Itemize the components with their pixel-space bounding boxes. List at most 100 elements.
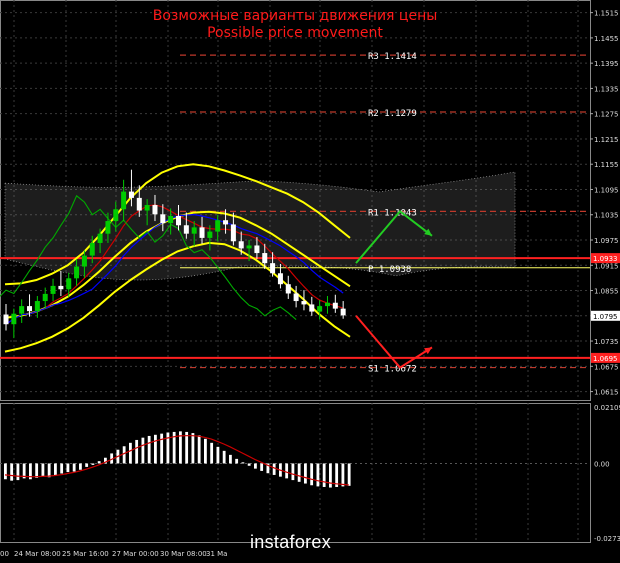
pivot-label-r3: R3 1.1414 (368, 52, 417, 62)
macd-bar (241, 462, 245, 464)
macd-bar (85, 463, 89, 467)
macd-bar (147, 435, 151, 464)
macd-bar (235, 458, 239, 464)
price-y-tick-label: 1.1095 (594, 186, 619, 194)
macd-bar (341, 463, 345, 487)
x-tick-label: 24 Mar 08:00 (14, 550, 61, 558)
candle-body (230, 224, 236, 242)
candle-body (183, 225, 189, 234)
price-y-tick-label: 1.1515 (594, 10, 619, 18)
candle-body (97, 233, 103, 243)
candle-body (270, 263, 276, 274)
macd-bar (197, 435, 201, 464)
candle-body (121, 191, 127, 210)
macd-bar (222, 450, 226, 464)
macd-bar (210, 442, 214, 464)
x-tick-label: 30 Mar 08:00 (160, 550, 207, 558)
macd-bar (141, 437, 145, 464)
macd-signal-line (4, 435, 349, 486)
chart-canvas: 1.1515 1.1455 1.1395 1.1335 1.1275 1.1215 1.11… (0, 0, 620, 558)
candle-body (42, 293, 48, 302)
pivot-label-s1: S1 1.0672 (368, 365, 417, 375)
candle-body (136, 197, 142, 211)
macd-bar (47, 463, 51, 478)
macd-bar (347, 463, 351, 486)
candle-body (58, 285, 64, 290)
macd-bar (216, 446, 220, 464)
candle-body (128, 191, 134, 198)
x-tick-label: 27 Mar 00:00 (112, 550, 159, 558)
candle-body (262, 253, 268, 264)
macd-bar (291, 463, 295, 481)
candle-body (168, 216, 174, 224)
candle-body (324, 302, 330, 307)
candle-body (176, 216, 181, 226)
candle-body (207, 231, 213, 238)
macd-y-tick-label: 0.00 (594, 460, 610, 468)
candle-body (11, 313, 17, 325)
macd-bar (191, 433, 195, 464)
candle-body (89, 242, 95, 256)
macd-bar (329, 463, 332, 488)
candle-body (285, 284, 291, 294)
price-y-tick-label: 1.0735 (594, 338, 619, 346)
macd-bar (310, 463, 314, 486)
macd-bar (72, 463, 76, 472)
candle-body (293, 293, 299, 302)
macd-bar (154, 434, 157, 464)
x-tick-label: 00 (0, 550, 9, 558)
x-tick-label: 31 Ma (206, 550, 227, 558)
macd-bar (229, 454, 232, 464)
candle-body (254, 245, 260, 254)
chart-title-ru: Возможные варианты движения цены (152, 8, 438, 24)
price-y-tick-label: 1.0975 (594, 237, 619, 245)
macd-bar (129, 442, 132, 464)
macd-bar (35, 463, 39, 478)
candle-body (340, 308, 346, 316)
candle-body (105, 221, 111, 234)
price-y-tick-label: 1.1155 (594, 161, 619, 169)
x-tick-label: 25 Mar 16:00 (62, 550, 109, 558)
macd-bar (66, 463, 70, 473)
macd-y-tick-label: 0.02109 (594, 404, 620, 412)
price-tag-label: 1.0795 (593, 313, 618, 321)
price-y-tick-label: 1.1035 (594, 212, 619, 220)
macd-bar (41, 463, 45, 477)
candle-body (317, 306, 323, 312)
macd-bar (60, 463, 64, 474)
macd-bar (272, 463, 276, 475)
candle-body (332, 302, 338, 309)
candle-body (191, 227, 197, 234)
macd-y-tick-label: -0.02739 (594, 535, 620, 543)
candle-body (309, 304, 315, 312)
price-y-tick-label: 1.0915 (594, 262, 619, 270)
candle-body (19, 306, 25, 314)
candle-body (277, 273, 283, 285)
candle-body (246, 245, 252, 249)
candle-body (81, 255, 87, 267)
price-y-tick-label: 1.1395 (594, 60, 619, 68)
macd-bar (254, 463, 257, 469)
instaforex-logo: instaforex (250, 532, 332, 552)
macd-bar (297, 463, 301, 482)
macd-bar (91, 463, 95, 465)
candle-body (152, 205, 158, 215)
price-y-tick-label: 1.1215 (594, 136, 619, 144)
candle-body (301, 301, 307, 305)
candle-body (144, 205, 150, 211)
candle-body (50, 285, 56, 294)
macd-bar (54, 463, 57, 475)
chart-title-en: Possible price movement (207, 25, 383, 41)
macd-bar (4, 463, 7, 480)
macd-panel-frame (0, 403, 591, 543)
macd-bar (10, 463, 14, 481)
candle-body (238, 241, 244, 249)
candle-body (113, 209, 119, 222)
price-y-tick-label: 1.0855 (594, 288, 619, 296)
macd-bar (160, 433, 164, 464)
macd-bar (185, 431, 189, 464)
candle-body (74, 266, 80, 279)
price-tag-label: 1.0933 (593, 255, 618, 263)
macd-bar (316, 463, 320, 487)
scenario-down-arrow-line (355, 315, 433, 369)
